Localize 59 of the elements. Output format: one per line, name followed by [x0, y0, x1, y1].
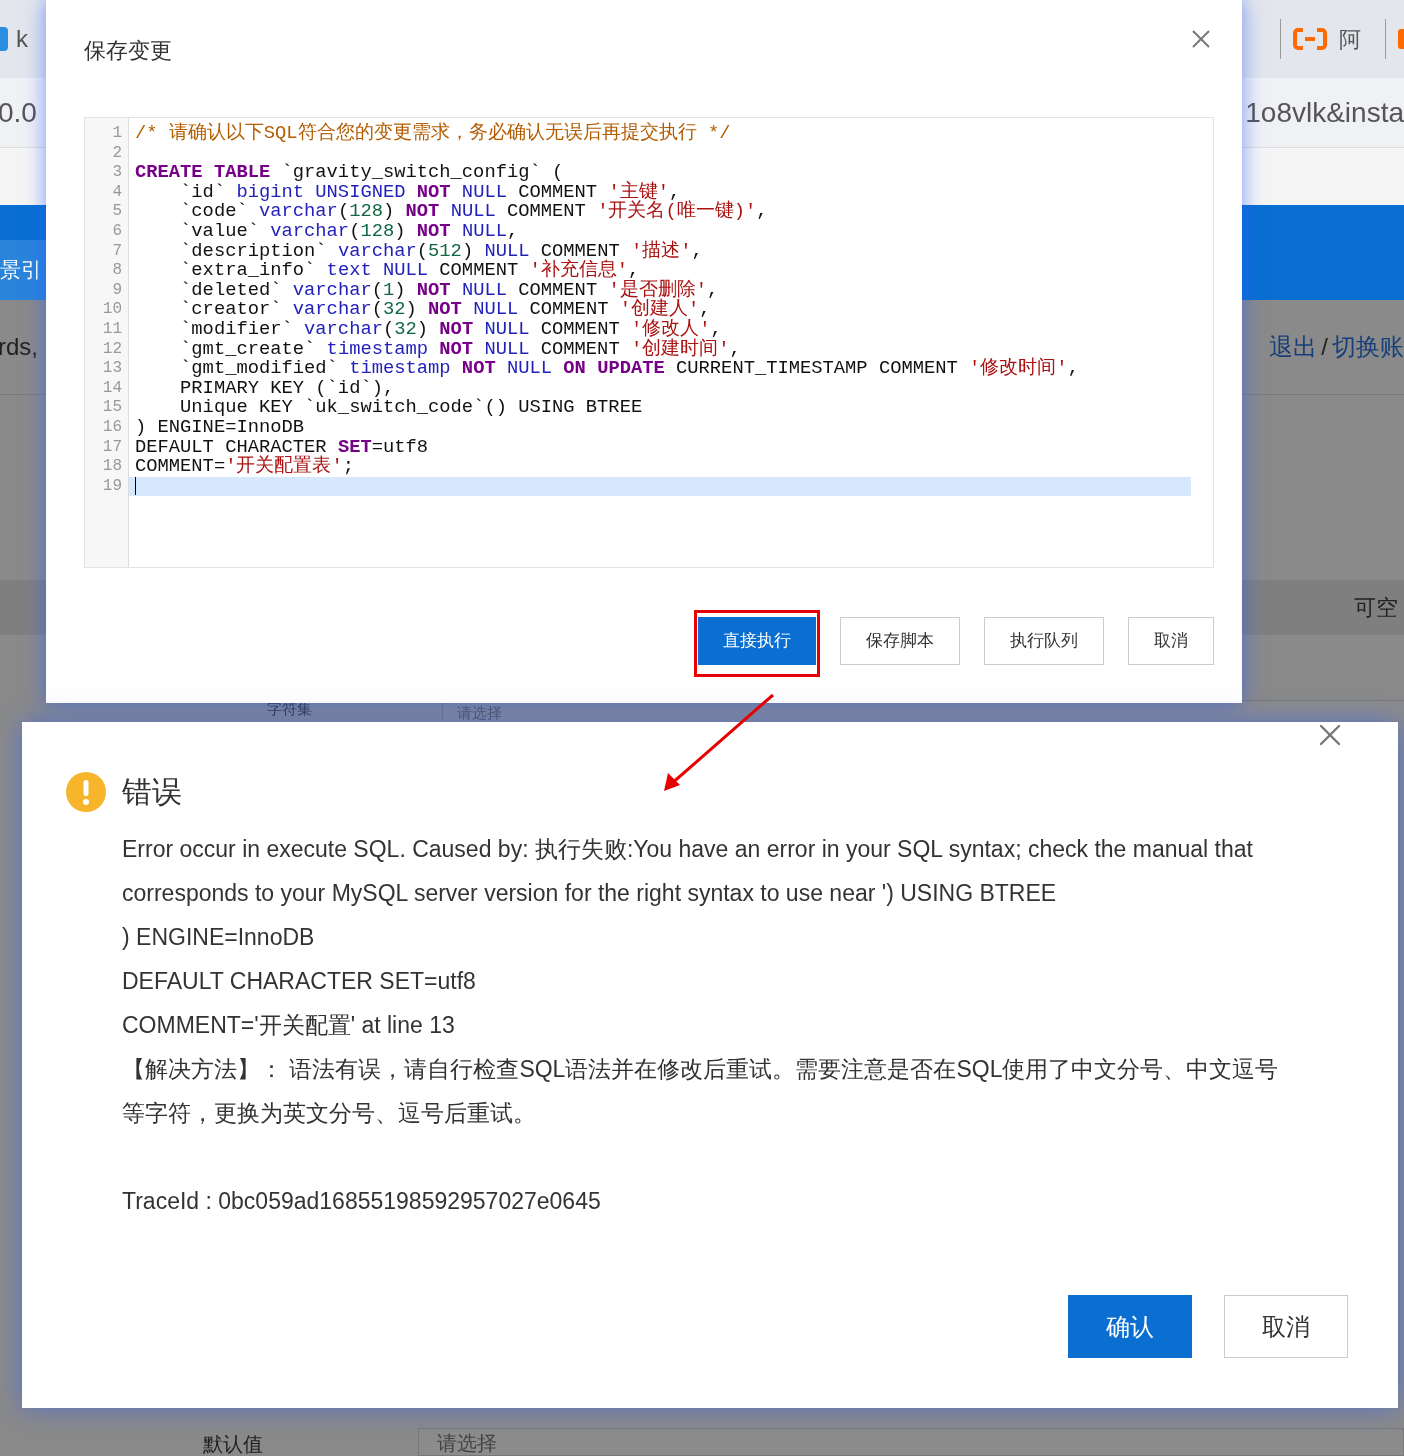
line-number: 14	[101, 378, 123, 399]
url-text: 1o8vlk&insta	[1245, 95, 1404, 130]
logout-link[interactable]: 退出	[1269, 329, 1318, 365]
dialog-title: 错误	[122, 774, 182, 810]
code-line: `code` varchar(128) NOT NULL COMMENT '开关名(唯一键)',	[179, 202, 769, 222]
line-number: 7	[111, 241, 123, 262]
nav-tab[interactable]: 景引	[0, 240, 46, 300]
line-number: 6	[111, 221, 123, 242]
line-number: 18	[101, 457, 123, 477]
line-number: 9	[111, 280, 123, 301]
link-separator: /	[1321, 332, 1328, 362]
code-line: Unique KEY `uk_switch_code`() USING BTREE	[179, 398, 644, 418]
breadcrumb-text: rds,	[0, 332, 38, 362]
code-line: PRIMARY KEY (`id`),	[179, 378, 395, 399]
line-number: 15	[101, 398, 123, 418]
column-header: 可空	[1354, 594, 1398, 622]
code-editor[interactable]	[84, 117, 1214, 568]
select-field[interactable]: 请选择	[418, 1428, 1404, 1456]
error-message: Error occur in execute SQL. Caused by: 执行失败:You have an error in your SQL syntax; check the manual that corresponds to your MySQL server version for the right syntax to use near ') USING BTREE	[122, 835, 1254, 908]
line-number: 17	[101, 437, 123, 458]
line-number: 4	[111, 182, 123, 203]
line-number: 8	[111, 261, 123, 281]
tab-favicon	[1398, 29, 1404, 49]
line-number: 11	[101, 319, 123, 340]
line-number: 19	[101, 476, 123, 497]
line-number: 13	[101, 359, 123, 379]
dialog-button[interactable]: 直接执行	[698, 617, 816, 665]
dialog-button[interactable]: 保存脚本	[840, 617, 960, 665]
browser-tab-title[interactable]: k	[16, 21, 28, 57]
code-line: CREATE TABLE `gravity_switch_config` (	[134, 163, 565, 183]
switch-account-link[interactable]: 切换账	[1332, 329, 1404, 365]
code-line: /* 请确认以下SQL符合您的变更需求，务必确认无误后再提交执行 */	[134, 124, 732, 144]
trace-id: TraceId : 0bc059ad16855198592957027e0645	[122, 1187, 602, 1216]
dialog-title: 保存变更	[84, 37, 172, 65]
error-message: 【解决方法】： 语法有误，请自行检查SQL语法并在修改后重试。需要注意是否在SQL使用了中文分号、中文逗号等字符，更换为英文分号、逗号后重试。	[122, 1055, 1280, 1128]
line-number: 3	[111, 163, 123, 183]
line-number: 12	[101, 339, 123, 360]
error-message: DEFAULT CHARACTER SET=utf8	[122, 967, 477, 996]
code-line: `gmt_modified` timestamp NOT NULL ON UPDATE CURRENT_TIMESTAMP COMMENT '修改时间',	[179, 359, 1080, 379]
line-number: 2	[111, 143, 123, 164]
line-number: 16	[101, 417, 123, 438]
line-number: 5	[111, 202, 123, 222]
dialog-button[interactable]: 取消	[1224, 1295, 1348, 1358]
dialog-button[interactable]: 执行队列	[984, 617, 1104, 665]
code-line: `extra_info` text NULL COMMENT '补充信息',	[179, 261, 640, 281]
cloud-logo-icon	[1293, 28, 1327, 50]
line-number: 1	[111, 124, 123, 144]
error-message: COMMENT='开关配置' at line 13	[122, 1011, 456, 1040]
app-logo-icon	[0, 27, 8, 51]
dialog-button[interactable]: 确认	[1068, 1295, 1192, 1358]
code-line: COMMENT='开关配置表';	[134, 457, 355, 477]
line-number: 10	[101, 300, 123, 320]
dialog-button[interactable]: 取消	[1128, 617, 1214, 665]
field-label: 默认值	[203, 1432, 263, 1456]
browser-tab-title[interactable]: 阿	[1339, 22, 1373, 56]
warning-icon	[66, 771, 106, 812]
code-line: `value` varchar(128) NOT NULL,	[179, 221, 520, 242]
code-line: ) ENGINE=InnoDB	[134, 417, 306, 438]
error-message: ) ENGINE=InnoDB	[122, 923, 316, 952]
